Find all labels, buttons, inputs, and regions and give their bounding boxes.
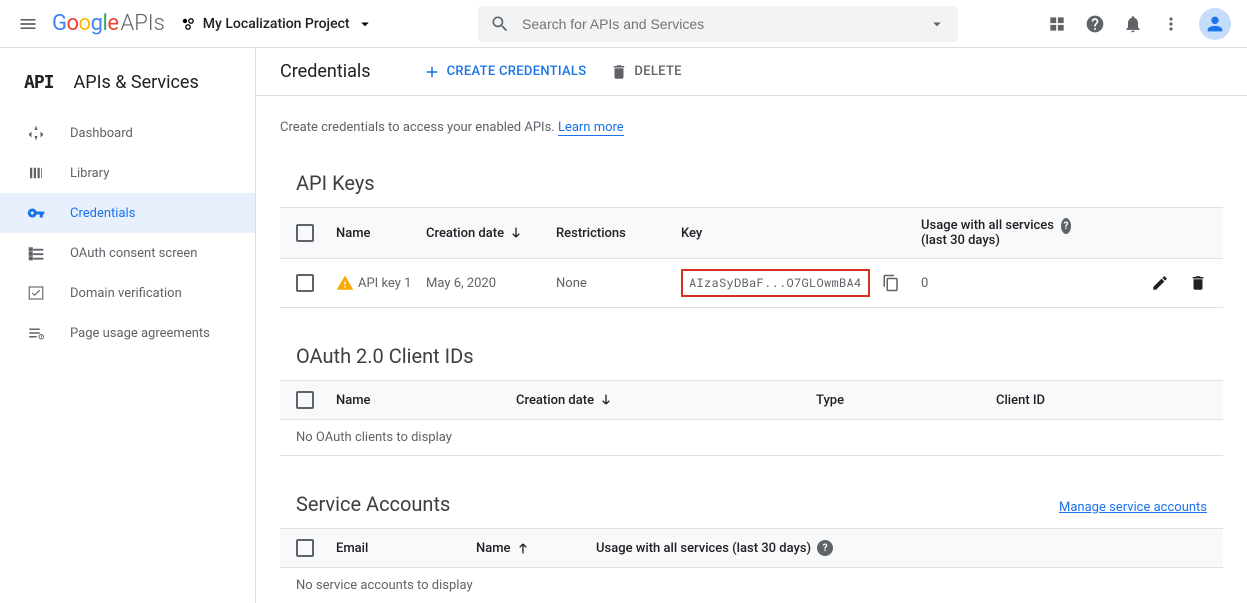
warning-icon <box>336 274 354 292</box>
dropdown-icon <box>356 15 374 33</box>
service-title: Service Accounts <box>296 492 450 516</box>
project-name: My Localization Project <box>203 16 350 32</box>
sidebar-heading: APIs & Services <box>74 72 199 93</box>
nav-label: OAuth consent screen <box>70 246 197 261</box>
key-usage-cell: 0 <box>921 276 1071 291</box>
nav-label: Dashboard <box>70 126 133 141</box>
create-label: CREATE CREDENTIALS <box>447 64 587 79</box>
sidebar-item-library[interactable]: Library <box>0 153 255 193</box>
verify-icon <box>24 284 48 302</box>
service-col-email[interactable]: Email <box>336 541 476 556</box>
key-icon <box>24 204 48 222</box>
project-icon <box>181 16 197 32</box>
oauth-col-clientid[interactable]: Client ID <box>996 393 1207 408</box>
content-header: Credentials CREATE CREDENTIALS DELETE <box>256 48 1247 96</box>
select-all-checkbox[interactable] <box>296 224 314 242</box>
avatar[interactable] <box>1199 8 1231 40</box>
sidebar-item-usage[interactable]: Page usage agreements <box>0 313 255 353</box>
sort-up-icon <box>515 540 531 556</box>
service-select-all[interactable] <box>296 539 314 557</box>
manage-service-link[interactable]: Manage service accounts <box>1059 500 1207 515</box>
sort-down-icon <box>508 225 524 241</box>
content-body: Create credentials to access your enable… <box>256 96 1247 603</box>
google-logo: Google <box>52 11 118 36</box>
api-keys-table-head: Name Creation date Restrictions Key Usag… <box>280 207 1223 259</box>
nav-label: Domain verification <box>70 286 182 301</box>
hamburger-icon <box>18 14 38 34</box>
topbar: Google APIs My Localization Project <box>0 0 1247 48</box>
search-input[interactable] <box>522 16 928 32</box>
help-icon[interactable] <box>1085 14 1105 34</box>
nav-label: Credentials <box>70 206 135 221</box>
service-table-head: Email Name Usage with all services (last… <box>280 528 1223 568</box>
oauth-table-head: Name Creation date Type Client ID <box>280 380 1223 420</box>
api-keys-title: API Keys <box>296 171 1223 195</box>
library-icon <box>24 164 48 182</box>
intro-text: Create credentials to access your enable… <box>280 120 1223 135</box>
col-restrictions[interactable]: Restrictions <box>556 226 681 241</box>
oauth-col-name[interactable]: Name <box>336 393 516 408</box>
col-date[interactable]: Creation date <box>426 225 556 241</box>
main: API APIs & Services Dashboard Library Cr… <box>0 48 1247 603</box>
key-restr-cell: None <box>556 276 681 291</box>
consent-icon <box>24 244 48 262</box>
col-name[interactable]: Name <box>336 226 426 241</box>
service-col-name[interactable]: Name <box>476 540 596 556</box>
delete-button[interactable]: DELETE <box>610 63 681 81</box>
trash-icon <box>610 63 628 81</box>
row-checkbox[interactable] <box>296 274 314 292</box>
delete-row-icon[interactable] <box>1189 274 1207 292</box>
api-key-value: AIzaSyDBaF...O7GLOwmBA4 <box>681 269 870 297</box>
oauth-title: OAuth 2.0 Client IDs <box>296 344 1223 368</box>
sort-down-icon <box>598 392 614 408</box>
sidebar-item-dashboard[interactable]: Dashboard <box>0 113 255 153</box>
key-value-cell: AIzaSyDBaF...O7GLOwmBA4 <box>681 269 921 297</box>
nav-label: Library <box>70 166 109 181</box>
copy-icon[interactable] <box>882 274 900 292</box>
agreements-icon <box>24 324 48 342</box>
searchbox[interactable] <box>478 6 958 42</box>
col-key[interactable]: Key <box>681 226 921 241</box>
sidebar-item-domain[interactable]: Domain verification <box>0 273 255 313</box>
nav-label: Page usage agreements <box>70 326 210 341</box>
notification-icon[interactable] <box>1123 14 1143 34</box>
project-selector[interactable]: My Localization Project <box>181 15 374 33</box>
content: Credentials CREATE CREDENTIALS DELETE Cr… <box>256 48 1247 603</box>
key-date-cell: May 6, 2020 <box>426 276 556 291</box>
sidebar-item-credentials[interactable]: Credentials <box>0 193 255 233</box>
apis-label: APIs <box>120 11 164 36</box>
key-name-cell[interactable]: API key 1 <box>336 274 426 292</box>
sidebar-item-oauth[interactable]: OAuth consent screen <box>0 233 255 273</box>
delete-label: DELETE <box>634 64 681 79</box>
api-key-row: API key 1 May 6, 2020 None AIzaSyDBaF...… <box>280 259 1223 308</box>
gift-icon[interactable] <box>1047 14 1067 34</box>
oauth-empty: No OAuth clients to display <box>280 420 1223 456</box>
topbar-icons <box>1047 8 1231 40</box>
sidebar-title[interactable]: API APIs & Services <box>0 60 255 113</box>
sidebar: API APIs & Services Dashboard Library Cr… <box>0 48 256 603</box>
search-icon <box>490 14 510 34</box>
service-empty: No service accounts to display <box>280 568 1223 603</box>
learn-more-link[interactable]: Learn more <box>558 120 624 136</box>
google-apis-logo[interactable]: Google APIs <box>52 11 165 36</box>
col-usage[interactable]: Usage with all services (last 30 days) ? <box>921 218 1071 248</box>
help-circle-icon[interactable]: ? <box>817 540 833 556</box>
oauth-col-date[interactable]: Creation date <box>516 392 816 408</box>
api-logo-icon: API <box>24 72 54 93</box>
help-circle-icon[interactable]: ? <box>1061 218 1071 234</box>
search-dropdown-icon[interactable] <box>928 15 946 33</box>
service-col-usage[interactable]: Usage with all services (last 30 days) ? <box>596 540 1207 556</box>
edit-icon[interactable] <box>1151 274 1169 292</box>
create-credentials-button[interactable]: CREATE CREDENTIALS <box>423 63 587 81</box>
more-icon[interactable] <box>1161 14 1181 34</box>
oauth-col-type[interactable]: Type <box>816 393 996 408</box>
plus-icon <box>423 63 441 81</box>
dashboard-icon <box>24 124 48 142</box>
menu-button[interactable] <box>16 12 40 36</box>
oauth-select-all[interactable] <box>296 391 314 409</box>
page-title: Credentials <box>280 61 371 82</box>
